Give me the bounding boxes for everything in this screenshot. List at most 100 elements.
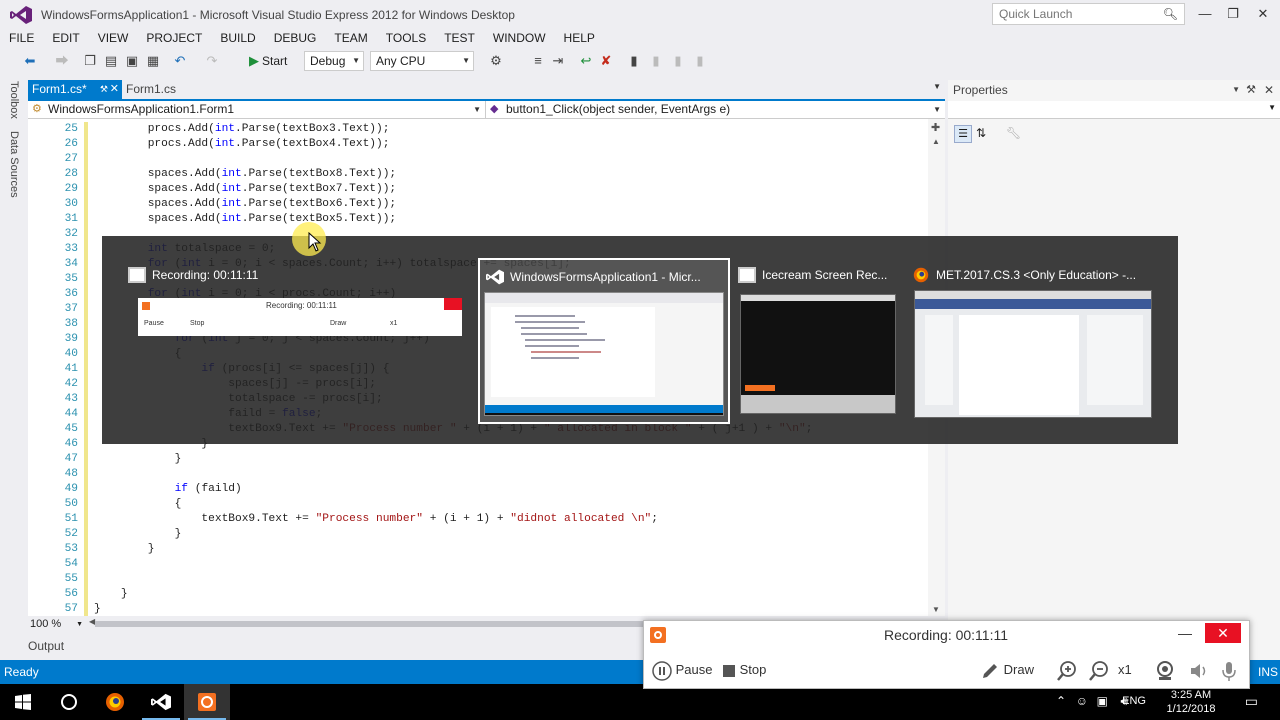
code-line[interactable]: 48 [28, 467, 928, 482]
menu-test[interactable]: TEST [435, 30, 484, 47]
cortana-button[interactable] [46, 684, 92, 720]
save-icon[interactable]: ▣ [124, 53, 140, 69]
attach-icon[interactable]: ⚙ [488, 53, 504, 69]
menu-build[interactable]: BUILD [211, 30, 264, 47]
bookmark-icon[interactable]: ▮ [626, 53, 642, 69]
code-line[interactable]: 47 } [28, 452, 928, 467]
quick-launch-box[interactable]: 🔍︎ [992, 3, 1185, 25]
configuration-combo[interactable]: Debug ▼ [304, 51, 364, 71]
zoom-out-button[interactable] [1088, 659, 1110, 681]
tab-form1-cs[interactable]: Form1.cs* ⚒ ✕ [28, 80, 122, 99]
draw-button[interactable]: Draw [980, 659, 1034, 681]
next-bookmark-icon[interactable]: ▮ [670, 53, 686, 69]
open-file-icon[interactable]: ▤ [103, 53, 119, 69]
recorder-minimize-button[interactable]: — [1175, 623, 1195, 643]
taskbar-firefox[interactable] [92, 684, 138, 720]
network-icon[interactable]: ▣ [1097, 694, 1108, 708]
code-line[interactable]: 30 spaces.Add(int.Parse(textBox6.Text)); [28, 197, 928, 212]
menu-file[interactable]: FILE [0, 30, 43, 47]
code-line[interactable]: 56 } [28, 587, 928, 602]
start-button[interactable] [0, 684, 46, 720]
switcher-item-icecream[interactable]: Icecream Screen Rec... [736, 258, 896, 418]
tab-form1-design[interactable]: Form1.cs [Design]* [122, 80, 232, 115]
people-icon[interactable]: ☺ [1076, 694, 1088, 708]
start-button-label[interactable]: Start [262, 53, 302, 69]
indent-icon[interactable]: ⇥ [550, 53, 566, 69]
tray-chevron-icon[interactable]: ⌃ [1056, 694, 1066, 708]
toolbox-tab[interactable]: Toolbox [8, 81, 20, 119]
close-icon[interactable]: ✕ [110, 80, 119, 99]
menu-help[interactable]: HELP [555, 30, 604, 47]
switcher-item-recording[interactable]: Recording: 00:11:11 Recording: 00:11:11 … [126, 258, 466, 408]
code-line[interactable]: 26 procs.Add(int.Parse(textBox4.Text)); [28, 137, 928, 152]
categorized-icon[interactable]: ☰ [954, 125, 972, 143]
search-icon[interactable]: 🔍︎ [1163, 7, 1178, 21]
properties-object-combo[interactable]: ▼ [948, 101, 1280, 119]
forward-icon[interactable]: ⮕ [54, 53, 70, 69]
menu-debug[interactable]: DEBUG [265, 30, 326, 47]
menu-edit[interactable]: EDIT [43, 30, 88, 47]
platform-combo[interactable]: Any CPU ▼ [370, 51, 474, 71]
alphabetical-icon[interactable]: ⇅ [976, 126, 986, 140]
webcam-button[interactable] [1154, 659, 1176, 681]
recorder-close-button[interactable]: ✕ [1205, 623, 1241, 643]
code-line[interactable]: 27 [28, 152, 928, 167]
output-tab[interactable]: Output [28, 637, 88, 655]
code-line[interactable]: 57} [28, 602, 928, 616]
microphone-button[interactable] [1220, 659, 1238, 681]
menu-team[interactable]: TEAM [325, 30, 376, 47]
zoom-in-button[interactable] [1056, 659, 1078, 681]
prev-bookmark-icon[interactable]: ▮ [648, 53, 664, 69]
code-line[interactable]: 50 { [28, 497, 928, 512]
class-combo[interactable]: ⚙ WindowsFormsApplication1.Form1 ▼ [28, 101, 486, 118]
split-icon[interactable]: ✚ [931, 121, 940, 134]
property-pages-icon[interactable]: 🔧︎ [1006, 126, 1021, 140]
code-line[interactable]: 31 spaces.Add(int.Parse(textBox5.Text)); [28, 212, 928, 227]
speed-indicator[interactable]: x1 [1118, 659, 1132, 681]
tab-overflow-icon[interactable]: ▼ [933, 82, 941, 91]
scroll-down-icon[interactable]: ▼ [932, 605, 940, 614]
start-icon[interactable]: ▶ [246, 53, 262, 69]
save-all-icon[interactable]: ▦ [145, 53, 161, 69]
code-line[interactable]: 55 [28, 572, 928, 587]
minimize-button[interactable]: — [1190, 4, 1220, 24]
pin-icon[interactable]: ⚒ [1246, 80, 1256, 100]
new-project-icon[interactable]: ❐ [82, 53, 98, 69]
redo-icon[interactable]: ↷ [204, 53, 220, 69]
code-line[interactable]: 51 textBox9.Text += "Process number" + (… [28, 512, 928, 527]
pause-button[interactable]: Pause [652, 659, 713, 681]
member-combo[interactable]: ◆ button1_Click(object sender, EventArgs… [486, 101, 945, 118]
menu-project[interactable]: PROJECT [137, 30, 211, 47]
code-line[interactable]: 52 } [28, 527, 928, 542]
notification-icon[interactable]: ▭ [1245, 693, 1258, 710]
uncomment-icon[interactable]: ✘ [598, 53, 614, 69]
close-icon[interactable]: ✕ [1264, 80, 1274, 100]
language-indicator[interactable]: ENG [1122, 695, 1146, 707]
menu-tools[interactable]: TOOLS [377, 30, 435, 47]
code-line[interactable]: 49 if (faild) [28, 482, 928, 497]
scroll-up-icon[interactable]: ▲ [932, 137, 940, 146]
data-sources-tab[interactable]: Data Sources [8, 131, 20, 198]
code-line[interactable]: 53 } [28, 542, 928, 557]
close-button[interactable]: ✕ [1248, 4, 1278, 24]
switcher-item-firefox[interactable]: MET.2017.CS.3 <Only Education> -... [910, 258, 1160, 418]
menu-window[interactable]: WINDOW [484, 30, 555, 47]
code-line[interactable]: 29 spaces.Add(int.Parse(textBox7.Text)); [28, 182, 928, 197]
code-line[interactable]: 28 spaces.Add(int.Parse(textBox8.Text)); [28, 167, 928, 182]
format-icon[interactable]: ≡ [530, 53, 546, 69]
taskbar-clock[interactable]: 3:25 AM 1/12/2018 [1156, 688, 1226, 716]
comment-icon[interactable]: ↩ [578, 53, 594, 69]
undo-icon[interactable]: ↶ [172, 53, 188, 69]
stop-button[interactable]: Stop [722, 659, 766, 681]
code-line[interactable]: 54 [28, 557, 928, 572]
pin-icon[interactable]: ⚒ [100, 80, 108, 99]
volume-button[interactable] [1188, 659, 1210, 681]
clear-bookmarks-icon[interactable]: ▮ [692, 53, 708, 69]
switcher-item-visual-studio[interactable]: WindowsFormsApplication1 - Micr... [478, 258, 730, 424]
quick-launch-input[interactable] [993, 4, 1158, 24]
chevron-down-icon[interactable]: ▼ [1232, 80, 1240, 100]
taskbar-icecream-recorder[interactable] [184, 684, 230, 720]
zoom-combo[interactable]: 100 % ▼ [30, 617, 85, 632]
taskbar-visual-studio[interactable] [138, 684, 184, 720]
maximize-button[interactable]: ❐ [1218, 4, 1248, 24]
